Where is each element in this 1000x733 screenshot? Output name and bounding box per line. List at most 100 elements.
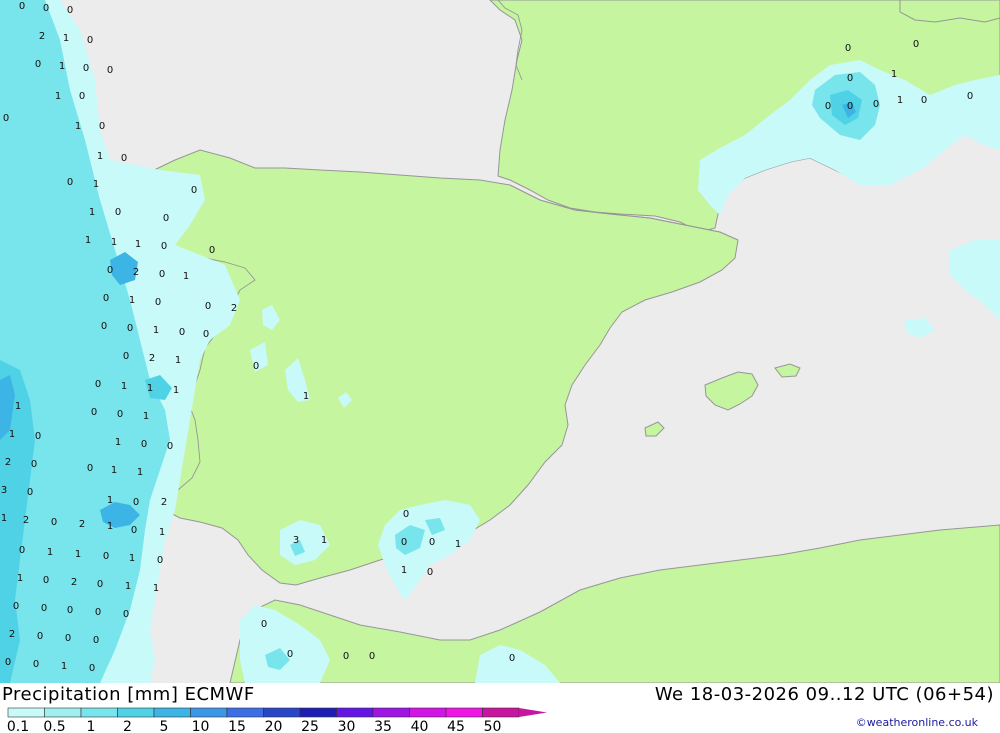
credit-link[interactable]: ©weatheronline.co.uk	[856, 716, 978, 729]
legend-tick-label: 0.5	[43, 719, 65, 733]
precip-value-label: 0	[99, 121, 105, 132]
precip-value-label: 0	[203, 329, 209, 340]
precip-value-label: 1	[55, 91, 61, 102]
legend-tick-label: 10	[192, 719, 210, 733]
precip-value-label: 0	[41, 603, 47, 614]
precip-value-label: 1	[401, 565, 407, 576]
precip-value-label: 1	[143, 411, 149, 422]
precip-value-label: 1	[147, 383, 153, 394]
precip-value-label: 0	[27, 487, 33, 498]
legend-tick-label: 5	[160, 719, 169, 733]
legend-swatch	[409, 707, 447, 718]
precip-value-label: 1	[1, 513, 7, 524]
precip-value-label: 1	[175, 355, 181, 366]
precip-value-label: 3	[293, 535, 299, 546]
legend-tick-label: 35	[374, 719, 392, 733]
precip-value-label: 0	[157, 555, 163, 566]
precip-value-label: 2	[133, 267, 139, 278]
legend-tick-label: 25	[301, 719, 319, 733]
precip-value-label: 1	[17, 573, 23, 584]
precip-value-label: 2	[149, 353, 155, 364]
precip-value-label: 0	[79, 91, 85, 102]
precip-value-label: 0	[65, 633, 71, 644]
precip-value-label: 3	[1, 485, 7, 496]
precip-value-label: 1	[15, 401, 21, 412]
legend-swatch	[190, 707, 228, 718]
legend-tick-label: 50	[484, 719, 502, 733]
precip-value-label: 0	[83, 63, 89, 74]
precip-value-label: 0	[37, 631, 43, 642]
precip-value-label: 1	[891, 69, 897, 80]
precip-value-label: 0	[97, 579, 103, 590]
precip-value-label: 1	[111, 237, 117, 248]
precip-value-label: 1	[61, 661, 67, 672]
precipitation-map: 0 0 0 2 1 0 0 1 0 0 1 0 1 0 0 1 0 0 1 1 0 1 1 1 0 0 0 2 0 1 0 1 0 0 2 0 0 1 0 0…	[0, 0, 1000, 684]
legend-tick-label: 0.1	[7, 719, 29, 733]
precip-value-label: 1	[47, 547, 53, 558]
precip-value-label: 0	[167, 441, 173, 452]
precip-value-label: 0	[121, 153, 127, 164]
legend-swatch	[263, 707, 301, 718]
precip-value-label: 0	[67, 5, 73, 16]
legend-swatch	[80, 707, 118, 718]
precip-value-label: 1	[59, 61, 65, 72]
precip-value-label: 0	[127, 323, 133, 334]
precip-value-label: 0	[95, 379, 101, 390]
precip-value-label: 0	[401, 537, 407, 548]
legend-tick-label: 1	[87, 719, 96, 733]
legend-colorbar: 0.1 0.5 1 2 5 10 15 20 25 30 35 40 45 50	[7, 707, 547, 733]
precip-value-label: 1	[129, 295, 135, 306]
precip-value-label: 1	[111, 465, 117, 476]
precip-value-label: 1	[135, 239, 141, 250]
precip-value-label: 2	[39, 31, 45, 42]
precip-value-label: 0	[103, 293, 109, 304]
precip-value-label: 0	[33, 659, 39, 670]
precip-value-label: 2	[5, 457, 11, 468]
precip-value-label: 1	[85, 235, 91, 246]
legend-tick-label: 40	[411, 719, 429, 733]
legend-swatch	[226, 707, 264, 718]
precip-value-label: 1	[63, 33, 69, 44]
precip-value-label: 1	[303, 391, 309, 402]
precip-value-label: 0	[43, 575, 49, 586]
precip-value-label: 0	[117, 409, 123, 420]
precip-value-label: 0	[847, 73, 853, 84]
precip-value-label: 1	[75, 549, 81, 560]
precip-value-label: 1	[455, 539, 461, 550]
precip-value-label: 0	[123, 609, 129, 620]
precip-value-label: 0	[209, 245, 215, 256]
precip-value-label: 1	[75, 121, 81, 132]
precip-value-label: 1	[897, 95, 903, 106]
precip-value-label: 0	[89, 663, 95, 674]
precip-value-label: 0	[159, 269, 165, 280]
precip-value-label: 0	[369, 651, 375, 662]
precip-value-label: 0	[19, 1, 25, 12]
precip-value-label: 0	[845, 43, 851, 54]
precip-value-label: 1	[137, 467, 143, 478]
precip-value-label: 0	[161, 241, 167, 252]
precip-value-label: 0	[179, 327, 185, 338]
precip-value-label: 1	[129, 553, 135, 564]
precip-value-label: 0	[253, 361, 259, 372]
precip-value-label: 1	[321, 535, 327, 546]
precip-value-label: 2	[231, 303, 237, 314]
precip-value-label: 0	[87, 463, 93, 474]
precip-value-label: 1	[89, 207, 95, 218]
precip-value-label: 0	[93, 635, 99, 646]
precip-value-label: 0	[87, 35, 93, 46]
legend-swatch	[445, 707, 483, 718]
precip-value-label: 0	[67, 177, 73, 188]
precip-value-label: 0	[825, 101, 831, 112]
legend-swatch	[372, 707, 410, 718]
legend-swatch	[44, 707, 82, 718]
precip-value-label: 0	[133, 497, 139, 508]
legend-tick-label: 45	[447, 719, 465, 733]
precip-value-label: 0	[35, 431, 41, 442]
precip-value-label: 1	[115, 437, 121, 448]
precip-value-label: 1	[121, 381, 127, 392]
precip-value-label: 0	[13, 601, 19, 612]
precip-value-label: 1	[125, 581, 131, 592]
precip-value-label: 0	[873, 99, 879, 110]
footer: Precipitation [mm] ECMWF We 18-03-2026 0…	[0, 683, 1000, 733]
legend-tick-label: 15	[228, 719, 246, 733]
